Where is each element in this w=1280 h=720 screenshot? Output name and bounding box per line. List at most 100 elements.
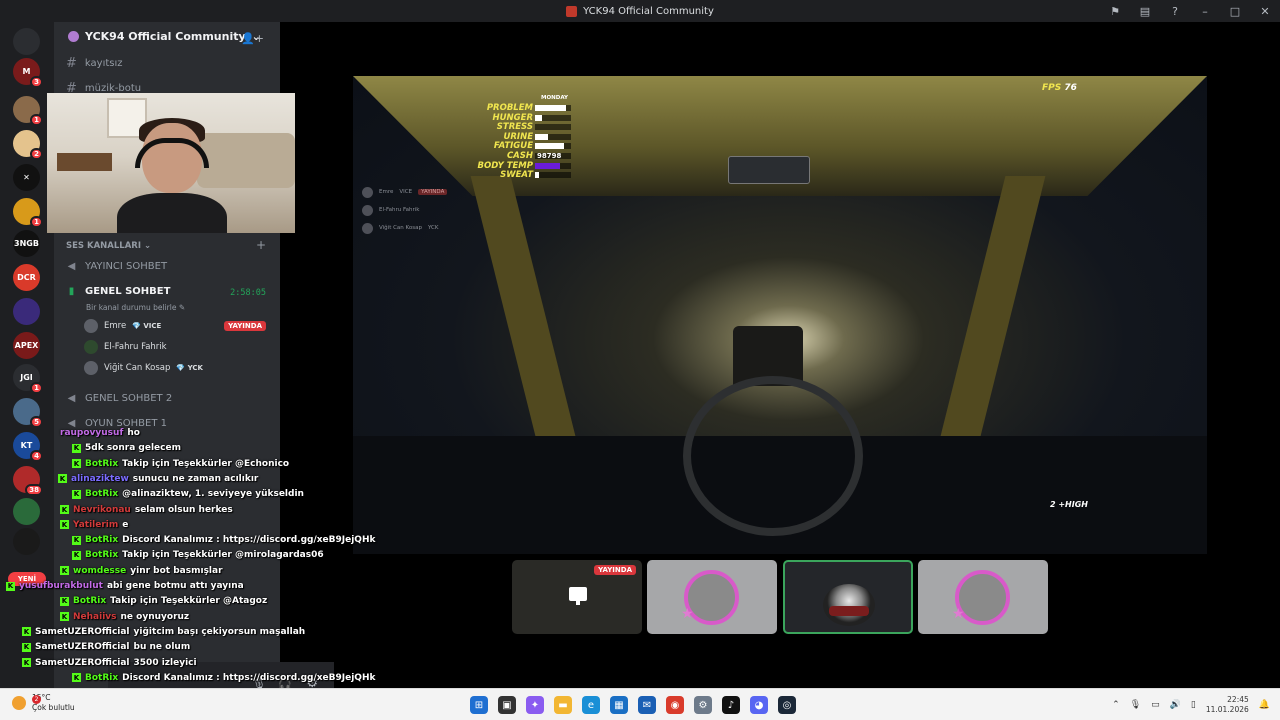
server-icon-label: DCR [17, 273, 36, 282]
server-icon[interactable]: M3 [13, 58, 43, 88]
game-stream-view[interactable] [353, 76, 1207, 554]
kick-badge-icon: K [72, 443, 81, 453]
kick-badge-icon: K [60, 566, 69, 576]
chat-text: Discord Kanalımız : https://discord.gg/x… [122, 672, 376, 683]
server-icon[interactable]: ✕ [13, 164, 40, 191]
star-decoration-icon: ★ [681, 606, 694, 622]
clock[interactable]: 22:45 11.01.2026 [1206, 695, 1249, 715]
server-icon[interactable]: 1 [13, 198, 43, 228]
notifications-icon[interactable]: 🔔 [1259, 700, 1270, 710]
outlook-icon[interactable]: ✉ [638, 696, 656, 714]
windows-start-icon[interactable]: ⊞ [470, 696, 488, 714]
overlay-user: Viğit Can Kosap YCK [362, 219, 447, 237]
live-badge: YAYINDA [224, 321, 266, 331]
server-icon[interactable]: JGI 1 [13, 364, 43, 394]
server-icon[interactable]: 1 [13, 96, 43, 126]
stream-tile-screen[interactable]: YAYINDA [512, 560, 642, 634]
chrome-icon[interactable]: ◉ [666, 696, 684, 714]
chat-username: Nevrikonau [73, 504, 131, 515]
voice-user-vigit[interactable]: Viğit Can Kosap 💎 YCK [84, 361, 203, 375]
weather-widget[interactable]: 2 15°C Çok bulutlu [12, 693, 75, 713]
kick-badge-icon: K [60, 505, 69, 514]
maximize-icon[interactable]: □ [1228, 5, 1242, 18]
channel-status-prompt[interactable]: Bir kanal durumu belirle ✎ [86, 303, 185, 312]
inbox-icon[interactable]: ▤ [1138, 5, 1152, 18]
voice-user-el-fahru[interactable]: El-Fahru Fahrik [84, 340, 167, 354]
store-icon[interactable]: ▦ [610, 696, 628, 714]
steam-icon[interactable]: ◎ [778, 696, 796, 714]
chat-text: e [122, 519, 129, 530]
server-icon[interactable] [13, 298, 40, 325]
participant-tile-selected[interactable] [783, 560, 913, 634]
chevron-up-icon[interactable]: ⌃ [1112, 700, 1120, 710]
file-explorer-icon[interactable]: ▬ [554, 696, 572, 714]
kick-badge-icon: K [22, 642, 31, 652]
edge-icon[interactable]: e [582, 696, 600, 714]
server-icon-label: JGI [20, 373, 33, 382]
voice-user-emre[interactable]: Emre 💎 VICE [84, 319, 161, 333]
chat-username: Nehaiivs [73, 611, 117, 622]
tiktok-icon[interactable]: ♪ [722, 696, 740, 714]
server-icon[interactable]: APEX [13, 332, 40, 359]
voice-channel-yayinci[interactable]: ◀ YAYINCI SOHBET [66, 261, 167, 272]
inbox-flag-icon[interactable]: ⚑ [1108, 5, 1122, 18]
chat-text: bu ne olum [133, 642, 191, 653]
discord-logo-icon[interactable] [13, 28, 40, 55]
server-header[interactable]: YCK94 Official Community ⌄ [68, 30, 261, 43]
voice-category-header[interactable]: SES KANALLARI ⌄ [66, 241, 151, 251]
kick-badge-icon: K [60, 612, 69, 622]
volume-icon[interactable]: 🔊 [1170, 700, 1181, 710]
chat-message: K BotRix Takip için Teşekkürler @Echonico [72, 459, 289, 469]
help-icon[interactable]: ? [1168, 5, 1182, 18]
avatar [84, 340, 98, 354]
kick-badge-icon: K [60, 596, 69, 606]
server-icon[interactable]: 2 [13, 130, 43, 160]
chat-username: BotRix [73, 596, 107, 607]
notification-badge: 2 [32, 695, 41, 704]
text-channel-icon: # [66, 56, 77, 71]
window-title-bar: YCK94 Official Community ⚑ ▤ ? – □ ✕ [0, 0, 1280, 22]
server-icon-label: 3NGB [14, 239, 39, 248]
add-channel-icon[interactable]: + [256, 238, 266, 252]
task-view-icon[interactable]: ▣ [498, 696, 516, 714]
battery-icon[interactable]: ▯ [1191, 700, 1196, 710]
participant-tile[interactable]: ★ [647, 560, 777, 634]
hud-row-fatigue: FATIGUE [489, 141, 639, 151]
server-icon[interactable]: DCR [13, 264, 40, 291]
chat-message: K BotRix @alinaziktew, 1. seviyeye yükseld… [72, 489, 304, 499]
voice-channel-genel-2[interactable]: ◀ GENEL SOHBET 2 [66, 393, 173, 404]
hud-label: BODY TEMP [477, 160, 533, 171]
chat-message: K Yatilerim e [60, 520, 128, 530]
chat-text: sunucu ne zaman acılıkır [132, 473, 259, 484]
network-icon[interactable]: ▭ [1151, 700, 1160, 710]
hud-row-hunger: HUNGER [489, 113, 639, 123]
settings-icon[interactable]: ⚙ [694, 696, 712, 714]
chat-text: abi gene botmu attı yayına [106, 581, 244, 591]
invite-people-icon[interactable]: 👤+ [241, 32, 264, 45]
windows-taskbar: 2 15°C Çok bulutlu ⊞ ▣ ✦ ▬ e ▦ ✉ ◉ ⚙ ♪ ◕ ◎ ⌃ 🎙 ▭ 🔊 … [0, 688, 1280, 720]
window-title-text: YCK94 Official Community [583, 5, 714, 17]
copilot-icon[interactable]: ✦ [526, 696, 544, 714]
notification-badge: 2 [30, 148, 43, 160]
server-logo-icon [566, 5, 578, 17]
server-icon-label: APEX [14, 341, 39, 350]
channel-kayitsiz[interactable]: # kayıtsız [66, 56, 123, 71]
voice-channel-genel[interactable]: ▮ GENEL SOHBET [66, 286, 171, 297]
clan-tag: 💎 YCK [176, 364, 203, 372]
microphone-icon[interactable]: 🎙 [1130, 700, 1141, 710]
notification-badge: 1 [30, 382, 43, 394]
chat-message: K 5dk sonra gelecem [72, 443, 181, 453]
chat-text: 3500 izleyici [133, 657, 197, 668]
hud-track [535, 172, 571, 179]
clan-tag: 💎 VICE [132, 322, 162, 330]
hud-day: MONDAY [541, 95, 569, 101]
server-icon[interactable]: 3NGB [13, 230, 40, 257]
close-icon[interactable]: ✕ [1258, 5, 1272, 18]
chat-text: ne oynuyoruz [120, 611, 190, 622]
star-decoration-icon: ★ [952, 606, 965, 622]
participant-tile[interactable]: ★ [918, 560, 1048, 634]
discord-icon[interactable]: ◕ [750, 696, 768, 714]
server-icon[interactable]: 5 [13, 398, 43, 428]
minimize-icon[interactable]: – [1198, 5, 1212, 18]
speaker-icon: ◀ [67, 261, 76, 272]
